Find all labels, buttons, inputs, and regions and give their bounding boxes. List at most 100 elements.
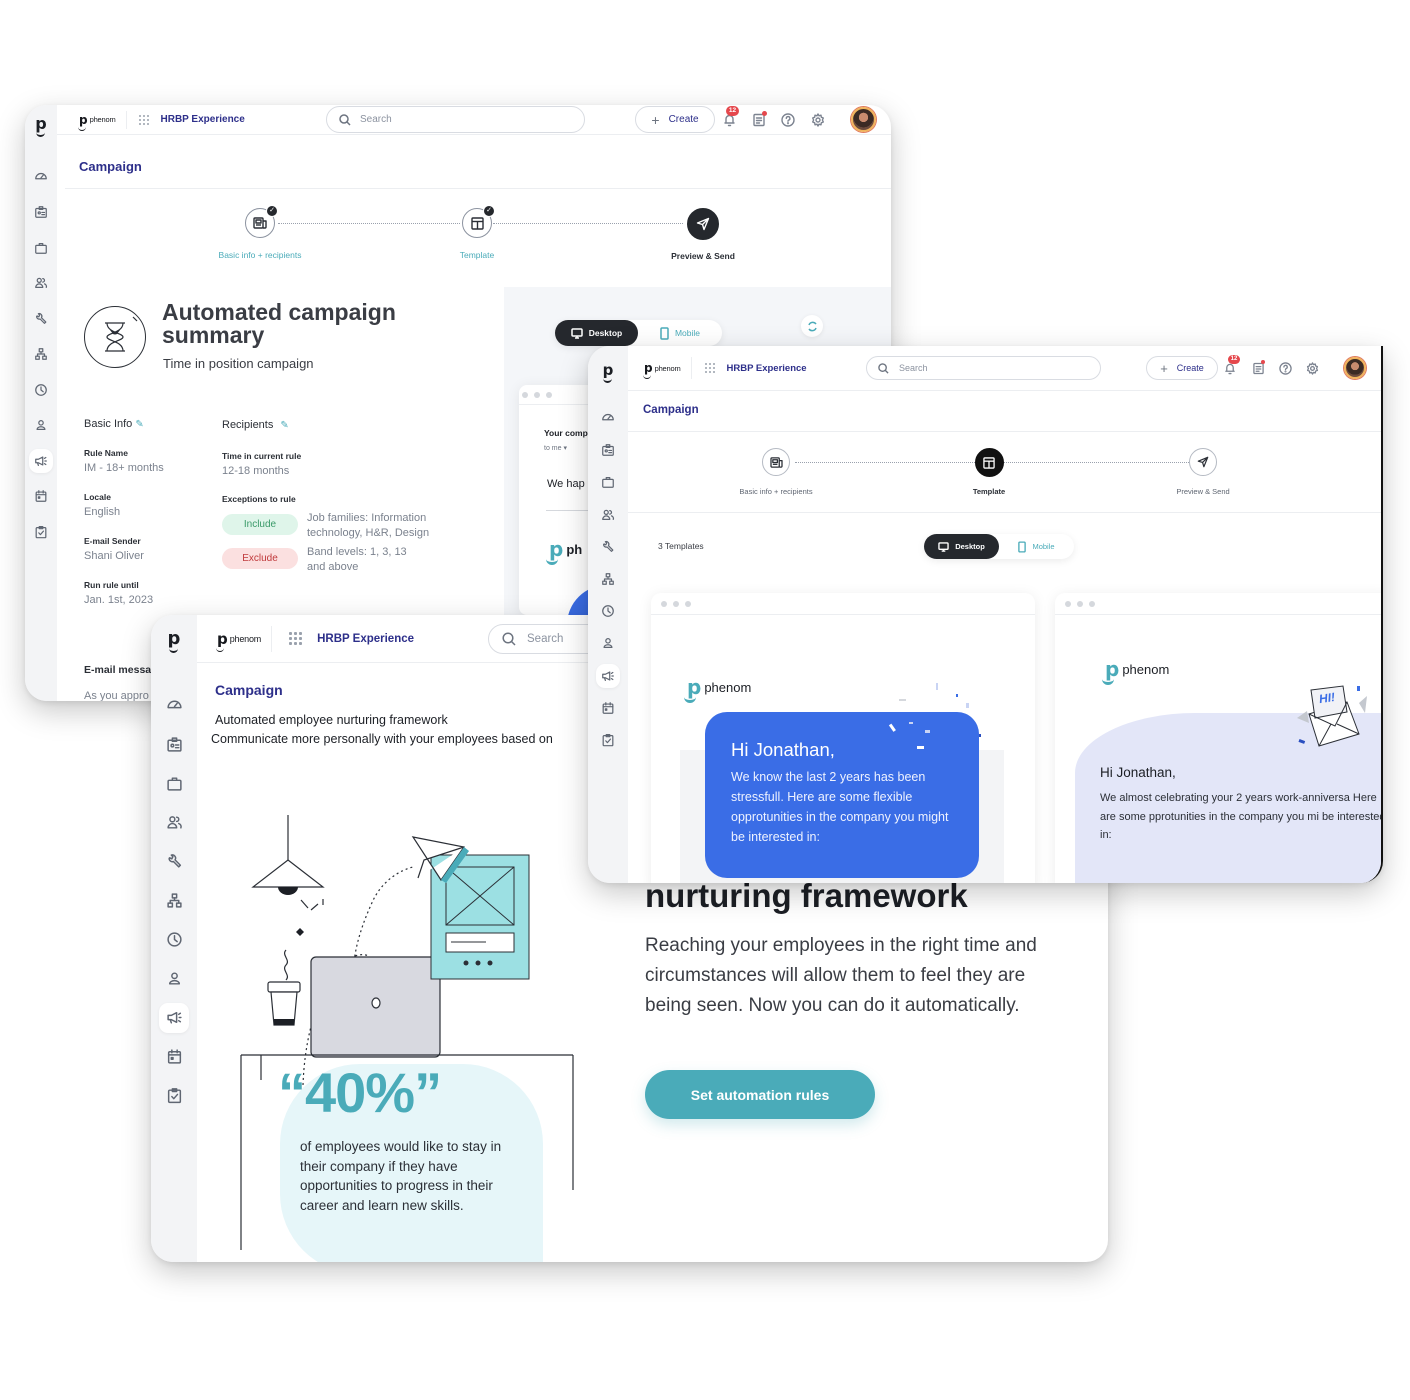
- chevron-down-icon[interactable]: ▾: [563, 445, 567, 452]
- step-template[interactable]: Template: [944, 448, 1034, 496]
- hourglass-illustration: [84, 306, 146, 368]
- sidebar-item-dashboard[interactable]: [596, 402, 620, 434]
- step-preview-send[interactable]: Preview & Send: [653, 208, 753, 261]
- notifications-button[interactable]: 12: [720, 106, 739, 129]
- plus-icon: +: [1160, 360, 1168, 376]
- refresh-button[interactable]: [801, 315, 823, 337]
- mobile-toggle-button[interactable]: Mobile: [638, 320, 722, 346]
- apps-grid-icon[interactable]: [289, 632, 303, 645]
- user-avatar[interactable]: [1344, 357, 1366, 379]
- field-locale: Locale English: [84, 492, 164, 536]
- sidebar: p: [588, 346, 628, 883]
- tasks-button[interactable]: [750, 111, 768, 129]
- sidebar-item-calendar[interactable]: [159, 1037, 189, 1076]
- app-name[interactable]: HRBP Experience: [317, 633, 414, 645]
- app-name[interactable]: HRBP Experience: [161, 114, 245, 125]
- settings-button[interactable]: [1304, 360, 1320, 376]
- sidebar-item-wrench[interactable]: [29, 301, 53, 337]
- sidebar-item-org-chart[interactable]: [159, 881, 189, 920]
- search-input[interactable]: Search: [326, 106, 585, 133]
- framework-intro-title: Automated employee nurturing framework: [215, 713, 448, 727]
- sidebar-item-dashboard[interactable]: [159, 686, 189, 725]
- title-divider: [628, 431, 1381, 432]
- exclude-text: Band levels: 1, 3, 13 and above: [307, 546, 407, 573]
- sidebar-item-people[interactable]: [159, 803, 189, 842]
- field-value: IM - 18+ months: [84, 462, 164, 474]
- sidebar-item-id-card[interactable]: [159, 725, 189, 764]
- sidebar-item-clipboard-check[interactable]: [159, 1076, 189, 1115]
- sidebar-item-megaphone[interactable]: [596, 663, 620, 688]
- brand-logo[interactable]: p phenom: [78, 110, 127, 131]
- notifications-button[interactable]: 12: [1222, 355, 1240, 376]
- sidebar-item-clipboard-check[interactable]: [29, 514, 53, 550]
- desktop-toggle-button[interactable]: Desktop: [924, 534, 999, 559]
- sidebar-item-wrench[interactable]: [159, 842, 189, 881]
- sidebar-item-people[interactable]: [596, 499, 620, 531]
- step-preview-send[interactable]: Preview & Send: [1158, 448, 1248, 496]
- sidebar-item-id-card[interactable]: [596, 434, 620, 466]
- sidebar-nav: [596, 402, 620, 756]
- step-basic-info[interactable]: Basic info + recipients: [716, 448, 836, 496]
- sidebar: p: [25, 105, 57, 701]
- step-label: Preview & Send: [1176, 487, 1230, 496]
- sidebar-item-user[interactable]: [596, 627, 620, 659]
- sidebar-item-briefcase[interactable]: [29, 230, 53, 266]
- desktop-label: Desktop: [588, 328, 623, 338]
- sidebar-item-user[interactable]: [29, 408, 53, 444]
- search-input[interactable]: Search: [866, 356, 1101, 380]
- field-label: E-mail Sender: [84, 536, 141, 546]
- app-name[interactable]: HRBP Experience: [727, 363, 807, 374]
- lamp-shade: [251, 859, 325, 888]
- framework-body: Reaching your employees in the right tim…: [645, 935, 1037, 1016]
- sidebar-item-org-chart[interactable]: [29, 337, 53, 373]
- sidebar-item-org-chart[interactable]: [596, 563, 620, 595]
- brand-logo[interactable]: p phenom: [216, 625, 273, 652]
- time-in-rule-value: 12-18 months: [222, 465, 290, 477]
- help-button[interactable]: [1277, 360, 1293, 376]
- create-button[interactable]: + Create: [1146, 356, 1218, 380]
- sidebar-item-clock[interactable]: [596, 595, 620, 627]
- tasks-button[interactable]: [1250, 360, 1266, 376]
- step-template[interactable]: ✓ Template: [432, 205, 522, 260]
- phenom-p-glyph: p: [1101, 657, 1120, 685]
- desktop-icon: [938, 541, 949, 552]
- edit-pencil-icon[interactable]: ✎: [135, 419, 143, 430]
- help-button[interactable]: [779, 111, 797, 129]
- phenom-logo-icon[interactable]: p: [603, 363, 614, 378]
- template-card[interactable]: p phenom Hi Jonathan, We know the last 2…: [651, 593, 1035, 883]
- template-card[interactable]: p phenom HI! Hi Jonathan, We almost cele…: [1055, 593, 1381, 883]
- step-basic-info[interactable]: ✓ Basic info + recipients: [205, 205, 315, 260]
- sidebar-item-briefcase[interactable]: [159, 764, 189, 803]
- sidebar-item-clock[interactable]: [29, 372, 53, 408]
- sidebar-item-megaphone[interactable]: [159, 1002, 189, 1033]
- sidebar-item-clipboard-check[interactable]: [596, 724, 620, 756]
- create-button[interactable]: + Create: [635, 106, 715, 133]
- sidebar-item-megaphone[interactable]: [29, 448, 53, 473]
- sidebar-item-calendar[interactable]: [29, 479, 53, 515]
- sidebar-item-dashboard[interactable]: [29, 159, 53, 195]
- sidebar-item-briefcase[interactable]: [596, 466, 620, 498]
- coffee-steam: [283, 949, 289, 981]
- sidebar-item-calendar[interactable]: [596, 692, 620, 724]
- user-avatar[interactable]: [851, 107, 876, 132]
- apps-grid-icon[interactable]: [138, 114, 149, 125]
- set-automation-rules-button[interactable]: Set automation rules: [645, 1070, 875, 1119]
- phenom-logo-icon[interactable]: p: [35, 116, 46, 132]
- edit-pencil-icon[interactable]: ✎: [280, 420, 288, 431]
- time-in-rule-label: Time in current rule: [222, 451, 302, 461]
- mobile-toggle-button[interactable]: Mobile: [999, 534, 1074, 559]
- phenom-logo-icon[interactable]: p: [168, 630, 181, 648]
- brand-logo[interactable]: p phenom: [643, 357, 692, 379]
- sidebar-item-id-card[interactable]: [29, 195, 53, 231]
- apps-grid-icon[interactable]: [704, 363, 715, 373]
- sidebar-item-clock[interactable]: [159, 920, 189, 959]
- id-card-icon: [166, 737, 182, 752]
- desktop-toggle-button[interactable]: Desktop: [555, 320, 638, 346]
- settings-button[interactable]: [809, 111, 827, 129]
- top-bar: p phenom HRBP Experience Search + Create…: [57, 105, 891, 135]
- sidebar-item-wrench[interactable]: [596, 531, 620, 563]
- sidebar-item-user[interactable]: [159, 959, 189, 998]
- field-value: English: [84, 506, 121, 518]
- sidebar-item-people[interactable]: [29, 266, 53, 302]
- field-label: Locale: [84, 492, 111, 502]
